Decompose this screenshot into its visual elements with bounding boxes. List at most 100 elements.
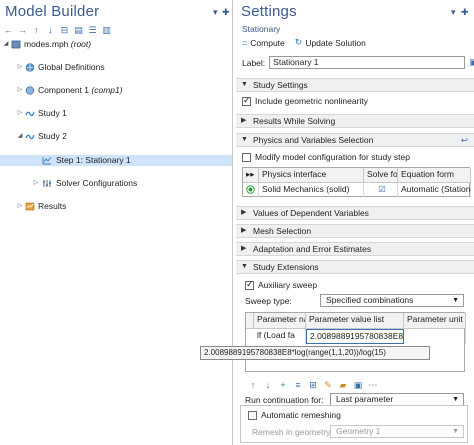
section-title: Results While Solving: [253, 116, 336, 126]
tree-node-results[interactable]: ▷ Results: [0, 201, 232, 213]
compute-button[interactable]: = Compute: [242, 38, 285, 48]
tree-label: modes.mph: [24, 39, 69, 49]
settings-toolbar: = Compute ↻ Update Solution: [242, 37, 366, 48]
more-icon[interactable]: ▥: [102, 25, 111, 36]
settings-subtitle: Stationary: [242, 24, 281, 34]
collapse-chevron-icon[interactable]: ◢: [2, 39, 10, 51]
physics-table: ▸▸ Physics interface Solve for Equation …: [242, 167, 471, 197]
expand-chevron-icon[interactable]: ▷: [32, 178, 40, 190]
expand-chevron-icon[interactable]: ▷: [16, 108, 24, 120]
model-builder-toolbar: ← → ↑ ↓ ⊟ ▤ ☰ ▥: [4, 24, 111, 36]
folder-icon[interactable]: ▰: [338, 380, 348, 391]
checked-icon[interactable]: ☑: [378, 184, 386, 194]
view-options-icon[interactable]: ☰: [88, 25, 97, 36]
label-caption: Label:: [242, 57, 266, 68]
tree-node-study-1[interactable]: ▷ Study 1: [0, 108, 232, 120]
expand-chevron-icon[interactable]: ▷: [16, 62, 24, 74]
param-value-cell[interactable]: 2.0089889195780838E8*lo...: [306, 329, 404, 344]
model-builder-panel: Model Builder ▾ ✚ ← → ↑ ↓ ⊟ ▤ ☰ ▥ ◢ mode…: [0, 0, 233, 445]
expand-arrow-icon: ▶: [241, 117, 247, 124]
modify-config-checkbox[interactable]: [242, 152, 251, 162]
tree-node-step-1-stationary-1[interactable]: Step 1: Stationary 1: [0, 154, 232, 166]
tree-label: Component 1: [38, 85, 90, 96]
move-up-icon[interactable]: ↑: [248, 380, 258, 391]
tree-node-component-1[interactable]: ▷ Component 1 (comp1): [0, 85, 232, 97]
label-field[interactable]: Stationary 1: [269, 56, 466, 69]
tree-node-solver-configurations[interactable]: ▷ Solver Configurations: [0, 178, 232, 190]
tree-label: Solver Configurations: [56, 177, 138, 188]
auto-remesh-label: Automatic remeshing: [261, 410, 341, 420]
aux-sweep-checkbox[interactable]: [245, 279, 254, 290]
expand-icon[interactable]: ▤: [74, 25, 83, 36]
import-icon[interactable]: ⋯: [368, 380, 378, 391]
stationary-step-icon: [42, 156, 52, 165]
expand-chevron-icon[interactable]: ▷: [16, 201, 24, 213]
settings-title: Settings: [241, 3, 297, 20]
solve-for-cell[interactable]: ☑: [364, 183, 398, 197]
tree-suffix: (root): [70, 39, 92, 49]
physics-interface-cell[interactable]: Solid Mechanics (solid): [259, 183, 364, 197]
section-study-settings[interactable]: ▼ Study Settings: [236, 78, 474, 92]
globe-icon: [25, 63, 35, 72]
tree-suffix: (comp1): [91, 85, 123, 96]
pin-icon[interactable]: ✚: [222, 7, 230, 18]
run-continuation-label: Run continuation for:: [245, 395, 324, 405]
back-arrow-icon[interactable]: ←: [4, 25, 13, 35]
reset-icon[interactable]: ↩: [461, 134, 468, 146]
tree-node-root[interactable]: ◢ modes.mph (root): [0, 39, 232, 51]
section-title: Mesh Selection: [253, 226, 312, 236]
compute-icon: =: [242, 37, 248, 48]
section-title: Study Extensions: [253, 262, 319, 272]
range-icon[interactable]: ⊞: [308, 380, 318, 391]
section-adaptation[interactable]: ▶ Adaptation and Error Estimates: [236, 242, 474, 256]
tree-label: Results: [38, 200, 67, 211]
pin-icon[interactable]: ▾: [213, 7, 218, 18]
tree-node-study-2[interactable]: ◢ Study 2: [0, 131, 232, 143]
section-physics-selection[interactable]: ▼ Physics and Variables Selection ↩: [236, 133, 474, 147]
aux-sweep-label: Auxiliary sweep: [258, 280, 318, 290]
up-arrow-icon[interactable]: ↑: [32, 25, 41, 35]
param-name-select[interactable]: lf (Load fa: [254, 329, 306, 344]
collapse-arrow-icon: ▼: [241, 81, 248, 88]
study-icon: [25, 109, 35, 118]
save-icon[interactable]: ▣: [353, 380, 363, 391]
list-icon[interactable]: ≡: [293, 380, 303, 391]
auto-remesh-row: Automatic remeshing: [248, 410, 341, 420]
expand-chevron-icon[interactable]: ▷: [16, 85, 24, 97]
sweep-parameter-table: Parameter na Parameter value list Parame…: [245, 312, 466, 372]
auto-remesh-checkbox[interactable]: [248, 410, 257, 420]
collapse-arrow-icon: ▼: [241, 263, 248, 270]
section-values-dependent[interactable]: ▶ Values of Dependent Variables: [236, 206, 474, 220]
label-row: Label: Stationary 1 ▣: [242, 56, 474, 69]
down-arrow-icon[interactable]: ↓: [46, 25, 55, 35]
param-unit-cell[interactable]: [404, 329, 466, 344]
radio-cell[interactable]: [243, 183, 259, 197]
add-icon[interactable]: +: [278, 380, 288, 391]
section-results-while-solving[interactable]: ▶ Results While Solving: [236, 114, 474, 128]
tree-label: Global Definitions: [38, 62, 105, 73]
sweep-type-select[interactable]: Specified combinations ▼: [320, 294, 464, 307]
edit-label-icon[interactable]: ▣: [469, 57, 474, 68]
forward-arrow-icon[interactable]: →: [18, 25, 27, 35]
sweep-type-value: Specified combinations: [326, 295, 414, 305]
section-title: Values of Dependent Variables: [253, 208, 369, 218]
section-title: Study Settings: [253, 80, 308, 90]
tree-node-global-definitions[interactable]: ▷ Global Definitions: [0, 62, 232, 74]
include-geom-checkbox[interactable]: [242, 95, 251, 106]
section-mesh-selection[interactable]: ▶ Mesh Selection: [236, 224, 474, 238]
move-down-icon[interactable]: ↓: [263, 380, 273, 391]
chevron-down-icon: ▼: [452, 297, 459, 304]
collapse-chevron-icon[interactable]: ◢: [16, 131, 24, 143]
tree-label: Step 1: Stationary 1: [56, 154, 131, 165]
update-solution-button[interactable]: ↻ Update Solution: [295, 37, 366, 48]
pin-icon[interactable]: ▾: [451, 7, 456, 18]
equation-form-cell[interactable]: Automatic (Station...: [398, 183, 471, 197]
param-name-header: Parameter na: [254, 313, 306, 329]
section-study-extensions[interactable]: ▼ Study Extensions: [236, 260, 474, 274]
edit-icon[interactable]: ✎: [323, 380, 333, 391]
run-continuation-select[interactable]: Last parameter ▼: [330, 393, 464, 406]
pin-icon[interactable]: ✚: [461, 7, 469, 18]
collapse-icon[interactable]: ⊟: [60, 25, 69, 36]
section-title: Physics and Variables Selection: [253, 135, 374, 145]
component-icon: [25, 86, 35, 95]
